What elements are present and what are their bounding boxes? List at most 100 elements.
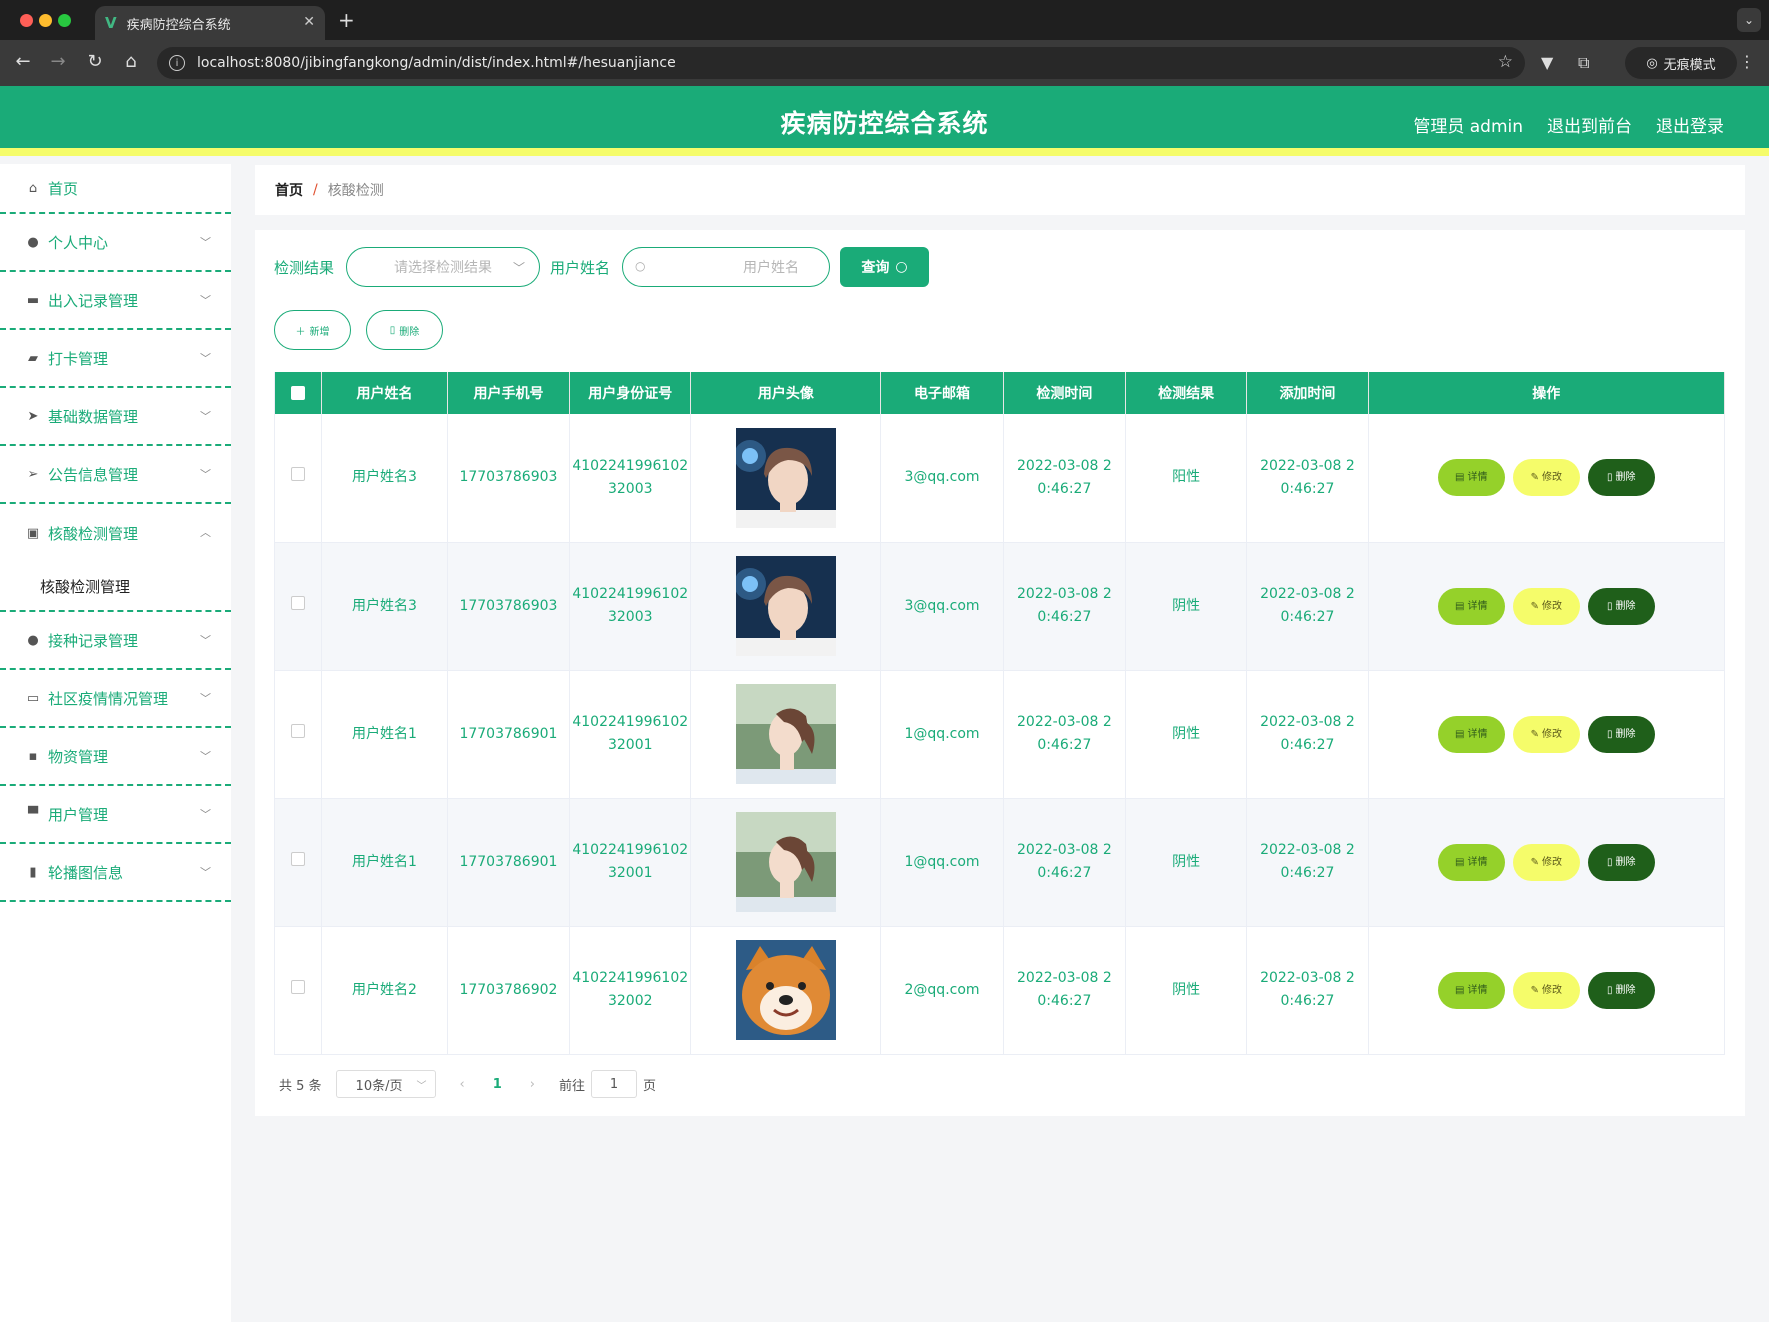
column-header[interactable]: 添加时间 — [1246, 372, 1369, 414]
test-time-cell: 2022-03-08 2 0:46:27 — [1003, 798, 1127, 927]
avatar[interactable] — [735, 684, 836, 784]
submenu-nucleic-test[interactable]: 核酸检测管理 — [0, 562, 231, 612]
delete-button[interactable]: ▯ 删除 — [1587, 587, 1655, 625]
breadcrumb-home[interactable]: 首页 — [275, 180, 303, 200]
delete-button[interactable]: ▯ 删除 — [1587, 715, 1655, 753]
maximize-window-button[interactable] — [58, 14, 71, 27]
document-icon: ▤ — [1455, 600, 1465, 612]
breadcrumb-current: 核酸检测 — [327, 183, 384, 199]
test-time-line-2: 0:46:27 — [1037, 609, 1092, 625]
admin-label[interactable]: 管理员 admin — [1413, 112, 1523, 137]
column-header[interactable]: 检测时间 — [1003, 372, 1127, 414]
edit-button[interactable]: ✎ 修改 — [1512, 843, 1580, 881]
vue-devtools-icon[interactable]: ▼ — [1541, 53, 1553, 72]
row-checkbox[interactable] — [291, 979, 306, 994]
test-result-cell: 阴性 — [1125, 670, 1248, 799]
column-header[interactable]: 用户身份证号 — [569, 372, 692, 414]
sidebar-item-label: 个人中心 — [48, 233, 109, 252]
added-time-line-2: 0:46:27 — [1280, 993, 1335, 1009]
logout-link[interactable]: 退出登录 — [1656, 112, 1724, 137]
detail-button[interactable]: ▤ 详情 — [1437, 843, 1505, 881]
detail-button[interactable]: ▤ 详情 — [1437, 459, 1505, 497]
sidebar-item-users[interactable]: ▀ 用户管理 ﹀ — [0, 786, 231, 844]
document-icon: ▤ — [1455, 472, 1465, 484]
sidebar-item-access-records[interactable]: ▬ 出入记录管理 ﹀ — [0, 272, 231, 330]
added-time-line-1: 2022-03-08 2 — [1260, 842, 1355, 858]
sidebar-item-personal[interactable]: ● 个人中心 ﹀ — [0, 214, 231, 272]
home-browser-icon[interactable]: ⌂ — [120, 52, 142, 72]
row-checkbox[interactable] — [291, 595, 306, 610]
result-filter-select[interactable]: 请选择检测结果 ﹀ — [346, 247, 541, 287]
avatar[interactable] — [735, 812, 836, 912]
row-select-cell — [273, 798, 323, 927]
close-window-button[interactable] — [20, 14, 33, 27]
bulk-delete-button[interactable]: ▯ 删除 — [366, 310, 443, 350]
sidebar-item-basic-data[interactable]: ➤ 基础数据管理 ﹀ — [0, 388, 231, 446]
address-bar[interactable]: i localhost:8080/jibingfangkong/admin/di… — [157, 47, 1525, 79]
page-number[interactable]: 1 — [493, 1077, 502, 1092]
sidebar-item-announcements[interactable]: ➢ 公告信息管理 ﹀ — [0, 446, 231, 504]
delete-button-label: 删除 — [1615, 856, 1636, 868]
sidebar-item-supplies[interactable]: ▪ 物资管理 ﹀ — [0, 728, 231, 786]
delete-button[interactable]: ▯ 删除 — [1587, 459, 1655, 497]
add-button[interactable]: ＋ 新增 — [274, 310, 351, 350]
avatar[interactable] — [735, 940, 836, 1040]
edit-button[interactable]: ✎ 修改 — [1512, 459, 1580, 497]
edit-button[interactable]: ✎ 修改 — [1512, 587, 1580, 625]
reload-icon[interactable]: ↻ — [84, 52, 106, 72]
next-page-icon[interactable]: › — [530, 1077, 535, 1092]
select-all-header — [273, 372, 323, 414]
to-front-link[interactable]: 退出到前台 — [1547, 112, 1632, 137]
minimize-window-button[interactable] — [39, 14, 52, 27]
extensions-icon[interactable]: ⧉ — [1578, 53, 1589, 73]
delete-button[interactable]: ▯ 删除 — [1587, 971, 1655, 1009]
back-icon[interactable]: ← — [12, 52, 34, 72]
sidebar-item-vaccination[interactable]: ● 接种记录管理 ﹀ — [0, 612, 231, 670]
operations-cell: ▤ 详情 ✎ 修改 ▯ 删除 — [1368, 542, 1726, 671]
sidebar-item-checkin[interactable]: ▰ 打卡管理 ﹀ — [0, 330, 231, 388]
delete-button[interactable]: ▯ 删除 — [1587, 843, 1655, 881]
site-info-icon[interactable]: i — [169, 55, 185, 71]
row-checkbox[interactable] — [291, 723, 306, 738]
close-tab-icon[interactable]: ✕ — [303, 14, 315, 30]
phone-cell: 17703786903 — [447, 542, 571, 671]
column-header[interactable]: 用户姓名 — [321, 372, 448, 414]
column-header[interactable]: 检测结果 — [1125, 372, 1248, 414]
new-tab-icon[interactable]: + — [338, 8, 355, 32]
table-row: 用户姓名1 17703786901 4102241996102 32001 1@qq.c… — [273, 798, 1726, 927]
column-header[interactable]: 电子邮箱 — [880, 372, 1004, 414]
browser-menu-icon[interactable]: ⋮ — [1739, 52, 1755, 71]
goto-page-input[interactable]: 1 — [591, 1070, 638, 1098]
name-search-input[interactable]: ○ 用户姓名 — [622, 247, 831, 287]
page-size-select[interactable]: 10条/页 ﹀ — [335, 1070, 436, 1098]
app-header: 疾病防控综合系统 管理员 admin 退出到前台 退出登录 — [0, 86, 1769, 156]
column-header[interactable]: 用户手机号 — [447, 372, 571, 414]
avatar[interactable] — [733, 427, 836, 528]
edit-button[interactable]: ✎ 修改 — [1512, 971, 1580, 1009]
sidebar-item-nucleic-test[interactable]: ▣ 核酸检测管理 ︿ — [0, 504, 231, 562]
edit-button[interactable]: ✎ 修改 — [1512, 715, 1580, 753]
query-button[interactable]: 查询 ○ — [840, 247, 930, 287]
tab-search-icon[interactable]: ⌄ — [1737, 8, 1761, 32]
sidebar-item-carousel[interactable]: ▮ 轮播图信息 ﹀ — [0, 844, 231, 902]
row-checkbox[interactable] — [291, 851, 306, 866]
operations-cell: ▤ 详情 ✎ 修改 ▯ 删除 — [1368, 414, 1726, 543]
avatar[interactable] — [733, 556, 836, 656]
detail-button[interactable]: ▤ 详情 — [1437, 971, 1505, 1009]
column-header[interactable]: 用户头像 — [690, 372, 882, 414]
bulk-delete-label: 删除 — [399, 326, 420, 338]
detail-button[interactable]: ▤ 详情 — [1437, 587, 1505, 625]
prev-page-icon[interactable]: ‹ — [460, 1077, 465, 1092]
row-checkbox[interactable] — [291, 467, 306, 482]
detail-button[interactable]: ▤ 详情 — [1437, 715, 1505, 753]
sidebar-item-community[interactable]: ▭ 社区疫情情况管理 ﹀ — [0, 670, 231, 728]
edit-button-label: 修改 — [1541, 600, 1562, 612]
sidebar-item-home[interactable]: ⌂ 首页 — [0, 164, 231, 214]
trash-icon: ▯ — [1607, 472, 1613, 484]
select-all-checkbox[interactable] — [291, 386, 306, 400]
browser-tab[interactable]: V 疾病防控综合系统 ✕ — [95, 6, 325, 40]
bookmark-star-icon[interactable]: ☆ — [1498, 52, 1513, 72]
incognito-badge[interactable]: ◎ 无痕模式 — [1625, 47, 1737, 79]
forward-icon[interactable]: → — [47, 52, 69, 72]
phone-cell: 17703786903 — [447, 414, 571, 543]
